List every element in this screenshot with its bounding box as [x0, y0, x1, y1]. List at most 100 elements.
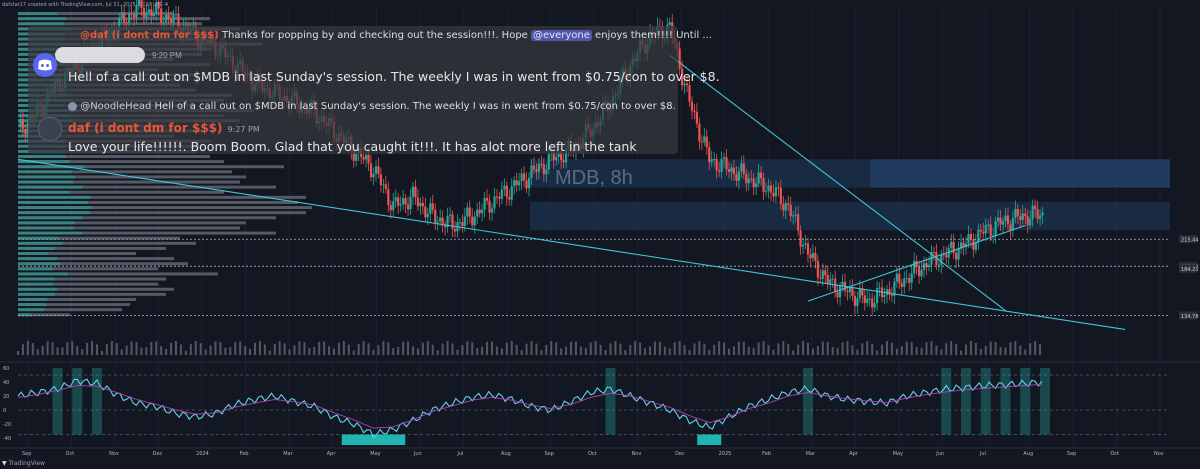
volume-bar [352, 350, 355, 355]
candle-body [764, 191, 768, 193]
candle-body [752, 178, 755, 188]
candle-body [1006, 215, 1010, 225]
volume-bar [229, 347, 232, 355]
volume-bar [21, 344, 24, 355]
candle-body [994, 221, 997, 236]
profile-bar-up [18, 226, 74, 230]
volume-bar [56, 347, 59, 355]
profile-bar-up [18, 277, 55, 281]
candle-body [453, 228, 457, 232]
candle-body [871, 298, 874, 308]
volume-bar [431, 344, 434, 355]
candle-body [784, 203, 787, 211]
candle-body [831, 278, 834, 280]
candle-body [1016, 208, 1019, 217]
candle-body [742, 163, 745, 175]
candle-body [532, 165, 536, 170]
candle-body [917, 266, 921, 277]
volume-bar [308, 347, 311, 355]
candle-body [130, 13, 133, 15]
candle-body [905, 277, 908, 279]
rsi-zone [980, 368, 991, 435]
volume-bar [328, 346, 331, 355]
volume-bar [515, 344, 518, 355]
volume-bar [614, 341, 617, 355]
volume-bar [846, 341, 849, 355]
candle-body [972, 239, 975, 250]
volume-bar [856, 349, 859, 355]
candle-body [362, 157, 365, 160]
candle-body [730, 167, 733, 172]
profile-bar-up [18, 292, 55, 296]
candle-body [518, 181, 521, 186]
volume-bar [456, 349, 459, 355]
candle-body [160, 8, 163, 23]
volume-bar [1009, 342, 1012, 355]
volume-bar [930, 341, 933, 355]
volume-bar [214, 341, 217, 355]
candle-body [821, 270, 824, 279]
candle-body [927, 264, 931, 268]
x-tick-label: Feb [762, 451, 771, 457]
profile-bar-up [18, 272, 68, 276]
x-tick-label: Nov [632, 451, 642, 457]
candle-body [493, 196, 496, 209]
candle-body [759, 172, 763, 179]
rsi-zone [605, 368, 616, 435]
candle-body [977, 229, 980, 243]
volume-bar [219, 342, 222, 355]
price-label: 184.21 [1181, 267, 1199, 273]
volume-bar [535, 343, 538, 355]
avatar[interactable] [38, 117, 62, 141]
candle-body [426, 213, 429, 218]
x-tick-label: Nov [109, 451, 119, 457]
volume-bar [683, 345, 686, 355]
chart-title: MDB, 8h [555, 167, 633, 189]
reply-author[interactable]: @daf (i dont dm for $$$) [80, 30, 219, 41]
volume-bar [402, 341, 405, 355]
volume-bar [935, 345, 938, 355]
candle-body [513, 180, 516, 187]
volume-bar [945, 343, 948, 355]
volume-bar [155, 341, 158, 355]
candle-body [900, 283, 903, 287]
price-zone [530, 201, 1170, 231]
volume-bar [175, 341, 177, 355]
volume-bar [130, 341, 133, 355]
x-tick-label: Apr [327, 451, 337, 457]
candle-body [468, 207, 471, 217]
volume-bar [742, 341, 745, 355]
volume-bar [51, 342, 54, 355]
candle-body [876, 288, 879, 304]
volume-bar [969, 341, 972, 355]
volume-bar [337, 342, 340, 355]
author-name[interactable]: daf (i dont dm for $$$) [68, 121, 223, 135]
volume-bar [984, 345, 987, 355]
volume-bar [347, 344, 350, 355]
reply-text: Thanks for popping by and checking out t… [221, 30, 531, 41]
volume-bar [915, 347, 918, 355]
candle-body [520, 173, 523, 182]
candle-body [503, 185, 506, 190]
volume-bar [1004, 347, 1007, 355]
reply-author-2[interactable]: @NoodleHead [80, 101, 151, 112]
candle-body [535, 169, 538, 172]
message-body-2: Love your life!!!!!!. Boom Boom. Glad th… [68, 139, 637, 154]
candle-body [127, 13, 131, 23]
volume-bar [426, 341, 429, 355]
volume-bar [421, 342, 424, 355]
candle-body [806, 243, 810, 255]
candle-body [735, 174, 738, 181]
message-author[interactable]: daf (i dont dm for $$$) 9:27 PM [68, 121, 260, 135]
candle-body [792, 215, 795, 217]
mention-everyone[interactable]: @everyone [531, 30, 592, 41]
candle-body [705, 136, 708, 148]
candle-body [910, 273, 913, 283]
x-tick-label: Dec [153, 451, 163, 457]
profile-bar-up [18, 170, 72, 174]
volume-bar [624, 350, 627, 355]
volume-bar [258, 341, 261, 355]
volume-bar [905, 341, 908, 355]
volume-bar [565, 346, 568, 355]
candle-body [1011, 218, 1015, 231]
